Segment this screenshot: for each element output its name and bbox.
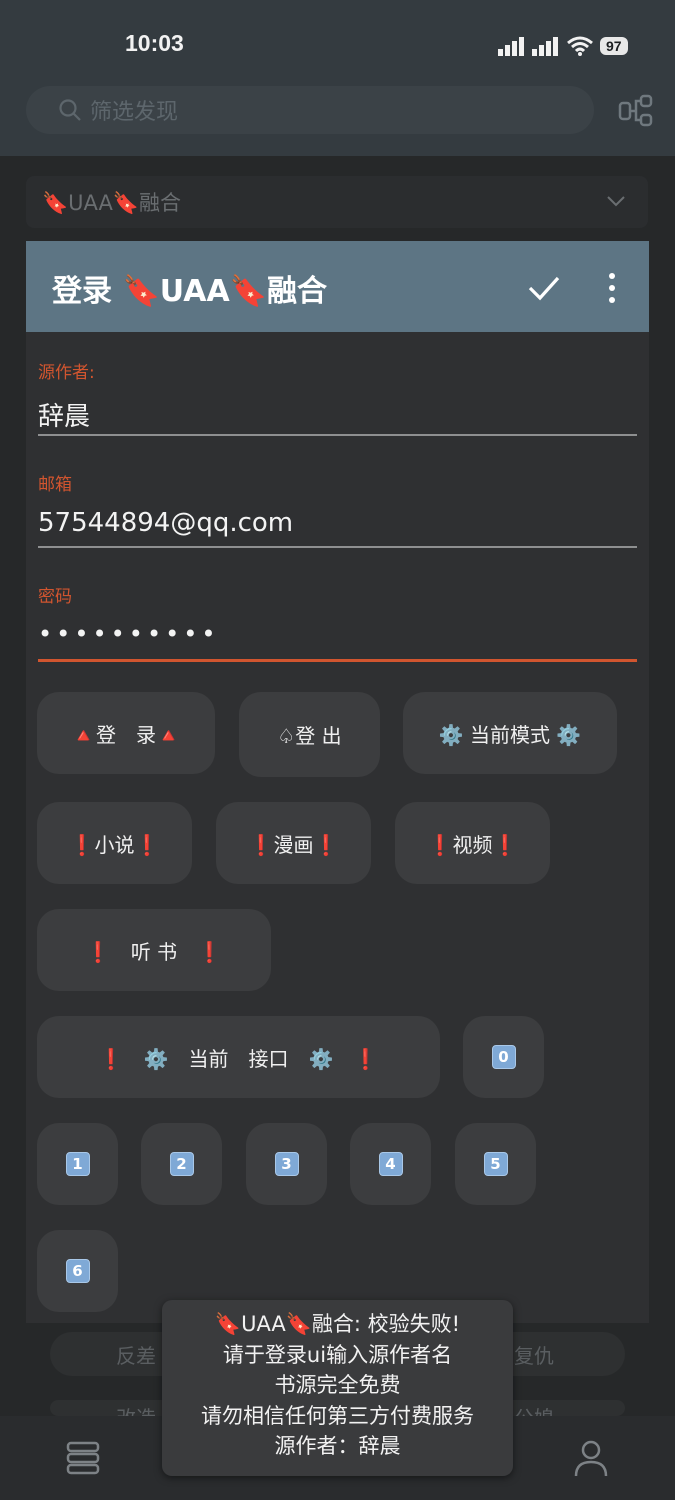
more-vertical-icon[interactable] xyxy=(602,270,622,306)
toast-line-4: 请勿相信任何第三方付费服务 xyxy=(201,1403,474,1428)
keycap-5-icon: 5 xyxy=(483,1152,508,1176)
confirm-check-icon[interactable] xyxy=(524,270,564,306)
key-0-button[interactable]: 0 xyxy=(463,1016,544,1098)
battery-icon: 97 xyxy=(600,37,628,55)
comic-button[interactable]: ❗漫画❗ xyxy=(216,802,371,884)
toast-line-3: 书源完全免费 xyxy=(274,1373,401,1397)
key-6-button[interactable]: 6 xyxy=(37,1230,118,1312)
author-label: 源作者: xyxy=(38,363,95,383)
email-underline xyxy=(38,546,637,548)
chip-fancha[interactable]: 反差 xyxy=(116,1340,156,1369)
password-input[interactable]: •••••••••• xyxy=(38,620,220,648)
key-3-button[interactable]: 3 xyxy=(246,1123,327,1205)
signal-icon-2 xyxy=(532,37,558,56)
source-selector-label: 🔖UAA🔖融合 xyxy=(42,191,181,215)
email-input[interactable]: 57544894@qq.com xyxy=(38,508,293,538)
author-underline xyxy=(38,434,637,436)
chip-fuchou[interactable]: 复仇 xyxy=(514,1340,554,1369)
dialog-title: 登录 🔖UAA🔖融合 xyxy=(52,274,328,309)
current-interface-button[interactable]: ❗ ⚙️ 当前 接口 ⚙️ ❗ xyxy=(37,1016,440,1098)
toast-line-1: 🔖UAA🔖融合: 校验失败! xyxy=(214,1312,461,1336)
keycap-1-icon: 1 xyxy=(65,1152,90,1176)
novel-button[interactable]: ❗小说❗ xyxy=(37,802,192,884)
keycap-2-icon: 2 xyxy=(169,1152,194,1176)
login-button[interactable]: 🔺登 录🔺 xyxy=(37,692,215,774)
chip-gongxi[interactable]: 公媳 xyxy=(514,1402,554,1416)
keycap-0-icon: 0 xyxy=(491,1045,516,1069)
status-time: 10:03 xyxy=(125,30,184,56)
source-selector[interactable]: 🔖UAA🔖融合 xyxy=(26,176,648,228)
toast-line-5: 源作者：辞晨 xyxy=(274,1434,401,1458)
logout-button[interactable]: ♤登 出 xyxy=(239,692,380,777)
search-placeholder: 筛选发现 xyxy=(90,100,179,125)
bookshelf-icon[interactable] xyxy=(64,1440,104,1476)
keycap-4-icon: 4 xyxy=(378,1152,403,1176)
signal-icon xyxy=(498,37,524,56)
chip-gaizao[interactable]: 改造 xyxy=(116,1402,156,1416)
key-5-button[interactable]: 5 xyxy=(455,1123,536,1205)
toast-line-2: 请于登录ui输入源作者名 xyxy=(222,1342,453,1367)
key-4-button[interactable]: 4 xyxy=(350,1123,431,1205)
video-button[interactable]: ❗视频❗ xyxy=(395,802,550,884)
password-label: 密码 xyxy=(38,587,72,607)
login-dialog xyxy=(26,241,649,1323)
keycap-3-icon: 3 xyxy=(274,1152,299,1176)
chevron-down-icon xyxy=(607,196,625,207)
key-1-button[interactable]: 1 xyxy=(37,1123,118,1205)
layout-icon[interactable] xyxy=(618,94,654,128)
audiobook-button[interactable]: ❗ 听 书 ❗ xyxy=(37,909,271,991)
keycap-6-icon: 6 xyxy=(65,1259,90,1283)
profile-icon[interactable] xyxy=(572,1438,610,1478)
status-icons: 97 xyxy=(498,34,628,58)
search-input[interactable]: 筛选发现 xyxy=(26,86,594,134)
author-input[interactable]: 辞晨 xyxy=(38,396,90,433)
search-icon xyxy=(59,99,81,121)
password-underline xyxy=(38,659,637,662)
email-label: 邮箱 xyxy=(38,475,72,495)
wifi-icon xyxy=(567,36,593,56)
mode-button[interactable]: ⚙️ 当前模式 ⚙️ xyxy=(403,692,617,774)
key-2-button[interactable]: 2 xyxy=(141,1123,222,1205)
toast-message: 🔖UAA🔖融合: 校验失败! 请于登录ui输入源作者名 书源完全免费 请勿相信任… xyxy=(162,1300,513,1476)
